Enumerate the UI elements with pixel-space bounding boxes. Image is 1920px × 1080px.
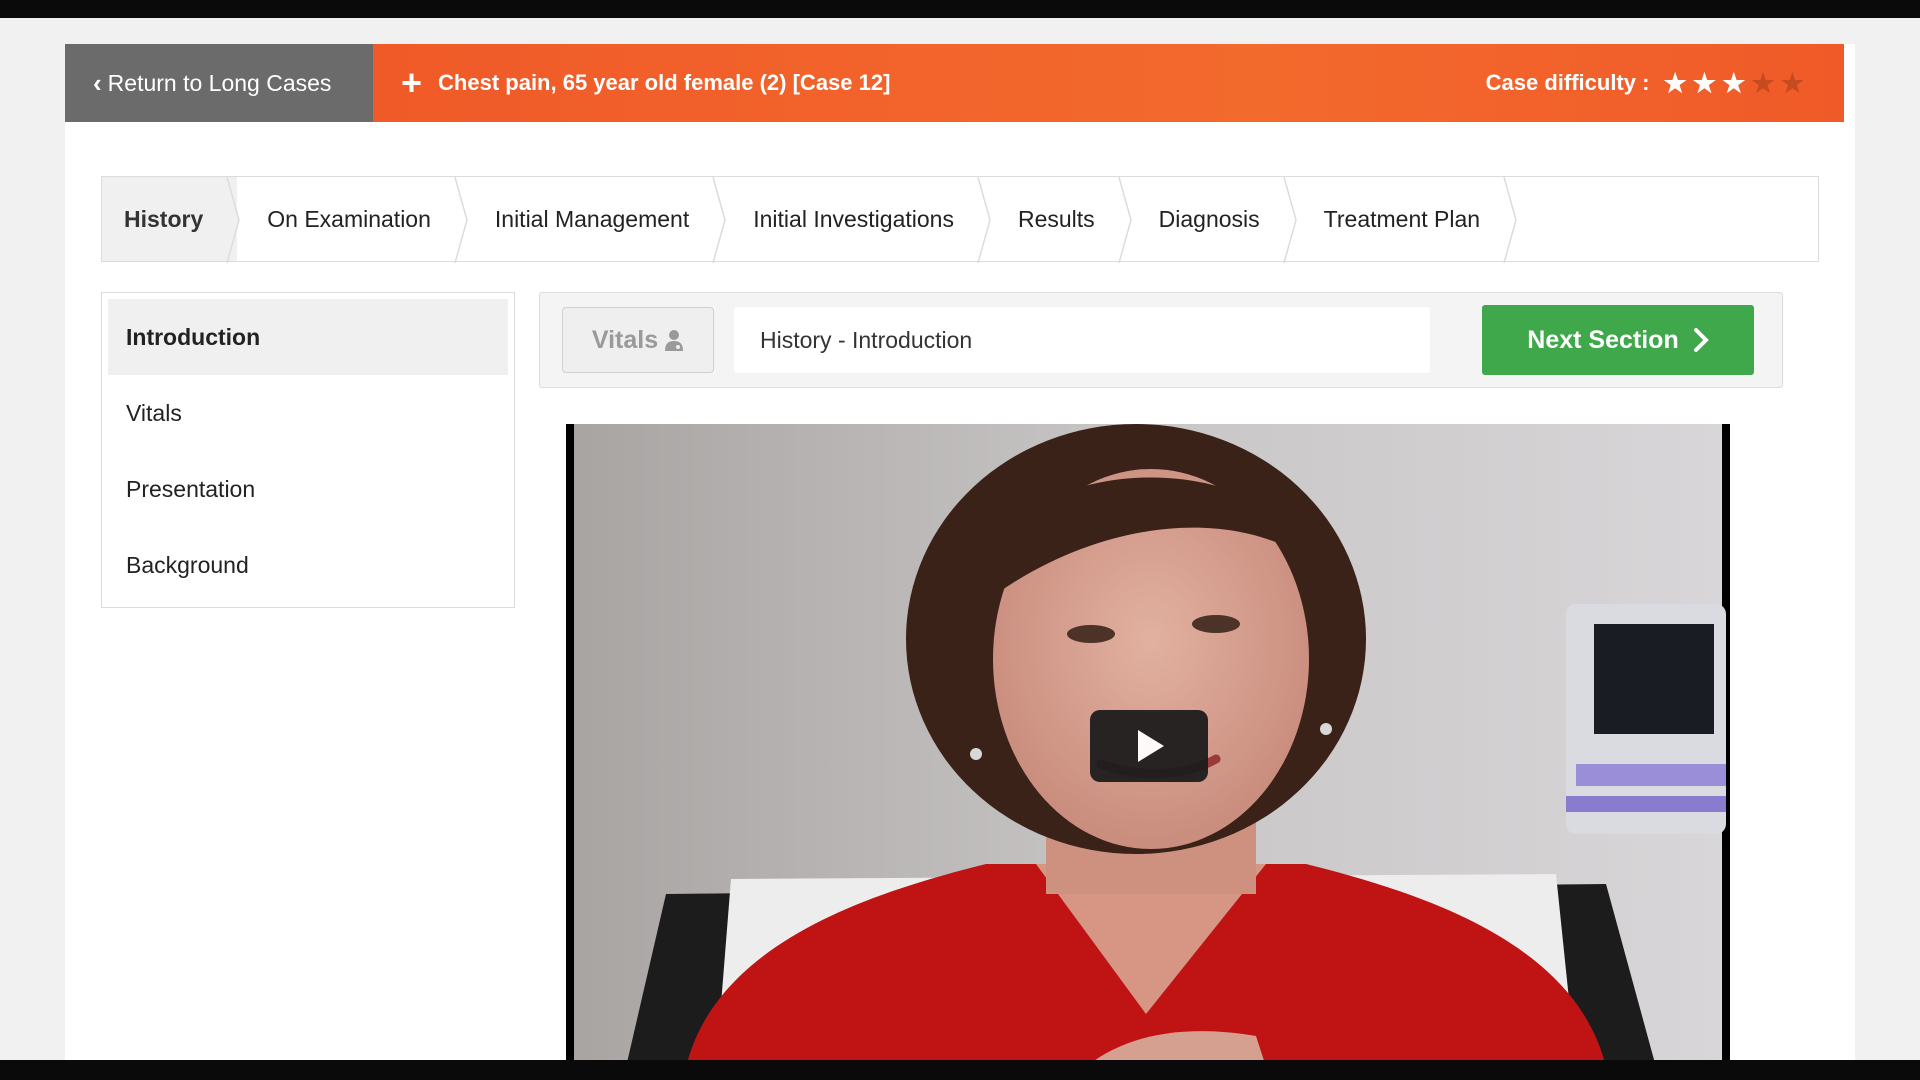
tab-results[interactable]: Results — [988, 177, 1132, 263]
tab-label: Initial Management — [494, 205, 690, 232]
sidebar-item-label: Vitals — [126, 399, 182, 426]
tab-label: On Examination — [267, 205, 431, 232]
return-to-long-cases-button[interactable]: ‹ Return to Long Cases — [65, 44, 373, 122]
history-subnav: Introduction Vitals Presentation Backgro… — [101, 292, 515, 608]
plus-icon: + — [401, 62, 423, 103]
sidebar-item-vitals[interactable]: Vitals — [108, 375, 508, 451]
tab-label: Results — [1017, 205, 1095, 232]
next-section-button[interactable]: Next Section — [1482, 305, 1754, 375]
sidebar-item-introduction[interactable]: Introduction — [108, 299, 508, 375]
tab-separator — [1503, 177, 1517, 263]
section-title-field: History - Introduction — [734, 307, 1430, 373]
star-icon: ★ — [1692, 67, 1717, 98]
video-player[interactable] — [566, 424, 1730, 1067]
back-label: Return to Long Cases — [107, 69, 332, 96]
page: ‹ Return to Long Cases + Chest pain, 65 … — [65, 44, 1855, 1067]
screen: ‹ Return to Long Cases + Chest pain, 65 … — [0, 18, 1920, 1067]
tab-on-examination[interactable]: On Examination — [237, 177, 468, 263]
chevron-left-icon: ‹ — [93, 67, 102, 98]
play-icon — [1138, 730, 1164, 762]
sidebar-item-background[interactable]: Background — [108, 527, 508, 603]
tab-initial-management[interactable]: Initial Management — [465, 177, 727, 263]
vitals-button[interactable]: Vitals — [562, 307, 714, 373]
sidebar-item-label: Introduction — [126, 323, 261, 350]
difficulty-stars: ★ ★ ★ ★ ★ — [1663, 68, 1804, 99]
top-bar: ‹ Return to Long Cases + Chest pain, 65 … — [65, 44, 1844, 122]
chevron-right-icon — [1693, 328, 1709, 352]
tab-diagnosis[interactable]: Diagnosis — [1129, 177, 1297, 263]
star-icon: ★ — [1780, 67, 1804, 98]
play-button[interactable] — [1090, 710, 1208, 782]
tab-label: History — [124, 205, 204, 232]
star-icon: ★ — [1663, 67, 1687, 98]
tab-label: Initial Investigations — [753, 205, 954, 232]
tab-history[interactable]: History — [102, 177, 241, 263]
doctor-icon — [665, 330, 684, 351]
vitals-label: Vitals — [591, 325, 659, 354]
sidebar-item-label: Background — [126, 551, 249, 578]
tab-treatment-plan[interactable]: Treatment Plan — [1294, 177, 1517, 263]
star-icon: ★ — [1722, 67, 1746, 98]
case-difficulty: Case difficulty : ★ ★ ★ ★ ★ — [1486, 68, 1844, 99]
case-title: Chest pain, 65 year old female (2) [Case… — [438, 70, 891, 95]
star-icon: ★ — [1751, 67, 1775, 98]
tab-label: Diagnosis — [1158, 205, 1260, 232]
next-label: Next Section — [1527, 325, 1679, 354]
tab-initial-investigations[interactable]: Initial Investigations — [723, 177, 991, 263]
difficulty-label: Case difficulty : — [1485, 70, 1650, 95]
sidebar-item-presentation[interactable]: Presentation — [108, 451, 508, 527]
section-tabs: History On Examination Initial Managemen… — [101, 176, 1819, 263]
letterbox-bar — [0, 1060, 1920, 1080]
sidebar-item-label: Presentation — [126, 475, 256, 502]
case-header: + Chest pain, 65 year old female (2) [Ca… — [373, 44, 1844, 122]
section-controls: Vitals History - Introduction Next Secti… — [539, 292, 1783, 388]
tab-label: Treatment Plan — [1323, 205, 1481, 232]
